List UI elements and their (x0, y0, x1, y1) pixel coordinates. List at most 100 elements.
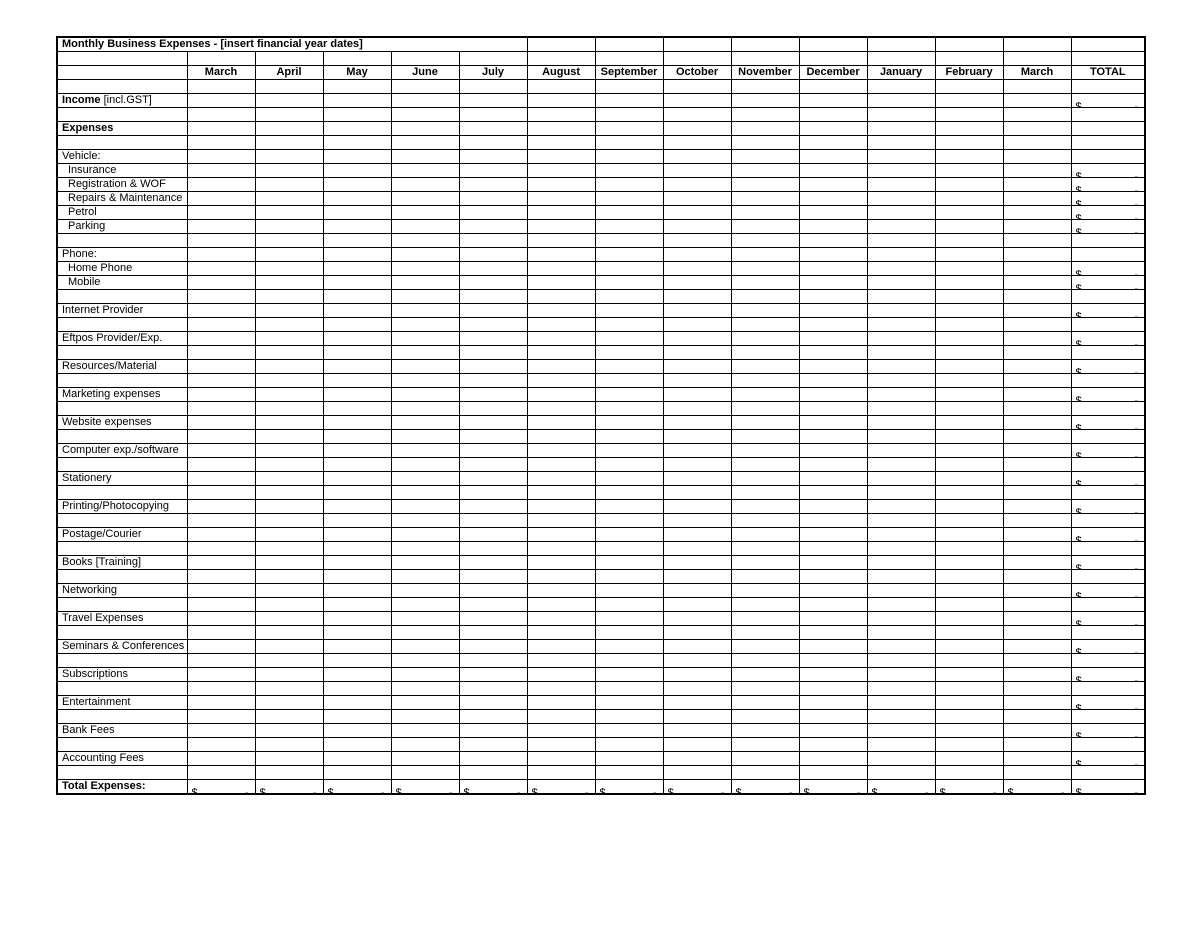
expense-cell[interactable] (595, 696, 663, 710)
expense-cell[interactable] (391, 332, 459, 346)
expense-cell[interactable] (935, 472, 1003, 486)
expense-cell[interactable] (595, 584, 663, 598)
expense-cell[interactable] (595, 640, 663, 654)
expense-cell[interactable] (799, 332, 867, 346)
expense-cell[interactable] (595, 668, 663, 682)
expense-cell[interactable] (323, 724, 391, 738)
expense-cell[interactable] (799, 556, 867, 570)
income-cell[interactable] (187, 94, 255, 108)
expense-cell[interactable] (595, 164, 663, 178)
expense-cell[interactable] (799, 206, 867, 220)
expense-cell[interactable] (323, 178, 391, 192)
expense-cell[interactable] (187, 724, 255, 738)
expense-cell[interactable] (391, 262, 459, 276)
expense-cell[interactable] (799, 304, 867, 318)
expense-cell[interactable] (731, 500, 799, 514)
expense-cell[interactable] (255, 276, 323, 290)
expense-cell[interactable] (255, 444, 323, 458)
expense-cell[interactable] (527, 220, 595, 234)
expense-cell[interactable] (459, 556, 527, 570)
expense-cell[interactable] (459, 752, 527, 766)
expense-cell[interactable] (459, 262, 527, 276)
expense-cell[interactable] (663, 612, 731, 626)
expense-cell[interactable] (391, 304, 459, 318)
expense-cell[interactable] (935, 640, 1003, 654)
expense-cell[interactable] (527, 584, 595, 598)
expense-cell[interactable] (459, 696, 527, 710)
expense-cell[interactable] (527, 612, 595, 626)
expense-cell[interactable] (867, 556, 935, 570)
expense-cell[interactable] (323, 752, 391, 766)
expense-cell[interactable] (867, 640, 935, 654)
expense-cell[interactable] (867, 668, 935, 682)
expense-cell[interactable] (663, 752, 731, 766)
expense-cell[interactable] (1003, 640, 1071, 654)
expense-cell[interactable] (527, 388, 595, 402)
expense-cell[interactable] (1003, 206, 1071, 220)
expense-cell[interactable] (731, 584, 799, 598)
expense-cell[interactable] (663, 332, 731, 346)
expense-cell[interactable] (595, 556, 663, 570)
expense-cell[interactable] (799, 724, 867, 738)
expense-cell[interactable] (255, 388, 323, 402)
expense-cell[interactable] (255, 178, 323, 192)
expense-cell[interactable] (255, 416, 323, 430)
income-cell[interactable] (595, 94, 663, 108)
expense-cell[interactable] (187, 388, 255, 402)
expense-cell[interactable] (799, 444, 867, 458)
expense-cell[interactable] (187, 752, 255, 766)
expense-cell[interactable] (867, 164, 935, 178)
expense-cell[interactable] (187, 304, 255, 318)
expense-cell[interactable] (731, 360, 799, 374)
expense-cell[interactable] (187, 192, 255, 206)
expense-cell[interactable] (663, 444, 731, 458)
expense-cell[interactable] (595, 220, 663, 234)
expense-cell[interactable] (867, 584, 935, 598)
expense-cell[interactable] (187, 696, 255, 710)
expense-cell[interactable] (935, 724, 1003, 738)
expense-cell[interactable] (935, 276, 1003, 290)
expense-cell[interactable] (595, 388, 663, 402)
expense-cell[interactable] (391, 752, 459, 766)
expense-cell[interactable] (731, 668, 799, 682)
expense-cell[interactable] (459, 360, 527, 374)
expense-cell[interactable] (459, 640, 527, 654)
expense-cell[interactable] (867, 178, 935, 192)
expense-cell[interactable] (935, 556, 1003, 570)
expense-cell[interactable] (187, 556, 255, 570)
expense-cell[interactable] (799, 472, 867, 486)
expense-cell[interactable] (187, 262, 255, 276)
expense-cell[interactable] (323, 612, 391, 626)
expense-cell[interactable] (527, 724, 595, 738)
expense-cell[interactable] (867, 724, 935, 738)
expense-cell[interactable] (731, 472, 799, 486)
income-cell[interactable] (663, 94, 731, 108)
expense-cell[interactable] (731, 528, 799, 542)
expense-cell[interactable] (323, 304, 391, 318)
expense-cell[interactable] (323, 164, 391, 178)
expense-cell[interactable] (527, 164, 595, 178)
expense-cell[interactable] (187, 206, 255, 220)
expense-cell[interactable] (731, 164, 799, 178)
expense-cell[interactable] (459, 388, 527, 402)
expense-cell[interactable] (527, 696, 595, 710)
expense-cell[interactable] (935, 206, 1003, 220)
expense-cell[interactable] (527, 556, 595, 570)
expense-cell[interactable] (1003, 528, 1071, 542)
expense-cell[interactable] (527, 416, 595, 430)
expense-cell[interactable] (323, 192, 391, 206)
expense-cell[interactable] (391, 276, 459, 290)
expense-cell[interactable] (867, 752, 935, 766)
expense-cell[interactable] (391, 444, 459, 458)
expense-cell[interactable] (391, 164, 459, 178)
expense-cell[interactable] (391, 206, 459, 220)
expense-cell[interactable] (527, 276, 595, 290)
expense-cell[interactable] (391, 388, 459, 402)
expense-cell[interactable] (935, 668, 1003, 682)
income-cell[interactable] (527, 94, 595, 108)
expense-cell[interactable] (799, 612, 867, 626)
expense-cell[interactable] (255, 612, 323, 626)
expense-cell[interactable] (187, 584, 255, 598)
expense-cell[interactable] (1003, 360, 1071, 374)
expense-cell[interactable] (459, 472, 527, 486)
